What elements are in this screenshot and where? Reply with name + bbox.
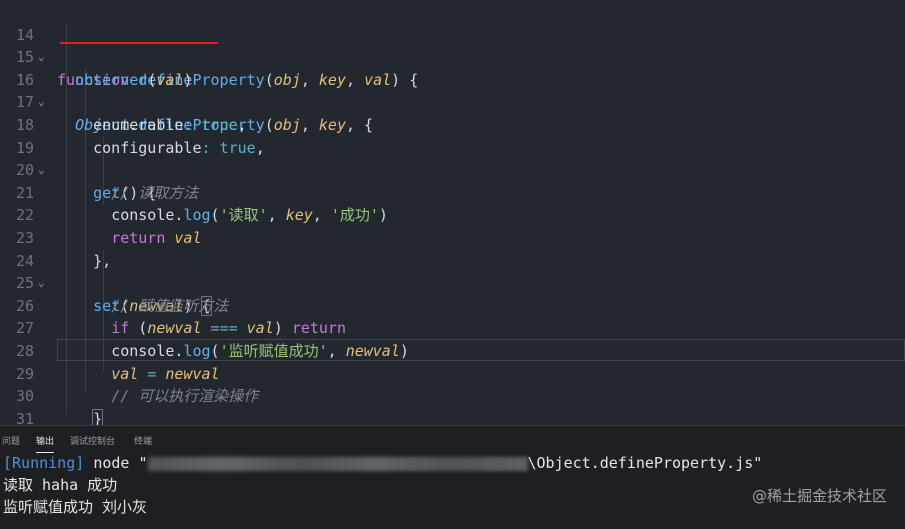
output-line-running: [Running] node " \Object.defineProperty.j… <box>3 454 763 472</box>
code-line-20[interactable]: 20 // 读取方法 <box>0 137 905 202</box>
code-line-30[interactable]: 30 } <box>0 363 905 425</box>
script-path: \Object.defineProperty.js" <box>527 454 763 472</box>
code-line-21[interactable]: 21 console.log('读取', key, '成功') <box>0 159 905 225</box>
tab-terminal[interactable]: 终端 <box>134 434 152 447</box>
code-line-32[interactable]: 32 } <box>0 408 905 425</box>
code-line-19[interactable]: 19 ⌄ get() { <box>0 114 905 202</box>
code-line-18[interactable]: 18 configurable: true, <box>0 91 905 157</box>
code-line-24[interactable]: 24 ⌄ set(newval) { <box>0 227 905 316</box>
code-line-17[interactable]: 17 enumerable: true, <box>0 69 905 134</box>
code-line-28[interactable]: 28 val = newval <box>0 317 905 383</box>
code-line-25[interactable]: 25 // 赋值监听方法 <box>0 250 905 315</box>
output-line-read: 读取 haha 成功 <box>3 476 118 494</box>
code-editor[interactable]: 14 ⌄ function defineProperty(obj, key, v… <box>0 0 905 425</box>
code-line-23[interactable]: 23 }, <box>0 204 905 270</box>
code-line-29[interactable]: 29 // 可以执行渲染操作 <box>0 340 905 406</box>
code-line-14[interactable]: 14 ⌄ function defineProperty(obj, key, v… <box>0 1 905 89</box>
red-annotation-underline <box>60 42 218 44</box>
output-line-assign: 监听赋值成功 刘小灰 <box>3 498 148 516</box>
running-label: [Running] <box>3 454 85 472</box>
tab-debug-console[interactable]: 调试控制台 <box>70 434 115 447</box>
redacted-path <box>147 456 528 471</box>
bottom-panel: 问题 输出 调试控制台 终端 [Running] node " \Object.d… <box>0 425 905 529</box>
code-line-31[interactable]: 31 }) <box>0 385 905 425</box>
tab-output[interactable]: 输出 <box>36 434 55 453</box>
code-line-27[interactable]: 27 console.log('监听赋值成功', newval) <box>0 295 905 360</box>
node-command: node <box>93 454 130 472</box>
code-line-16[interactable]: 16 ⌄ Object.defineProperty(obj, key, { <box>0 46 905 134</box>
tab-problems[interactable]: 问题 <box>2 434 20 447</box>
code-line-26[interactable]: 26 if (newval === val) return <box>0 272 905 338</box>
watermark: @稀土掘金技术社区 <box>751 487 887 505</box>
code-line-22[interactable]: 22 return val <box>0 182 905 247</box>
panel-tabs: 问题 输出 调试控制台 终端 <box>0 426 905 453</box>
